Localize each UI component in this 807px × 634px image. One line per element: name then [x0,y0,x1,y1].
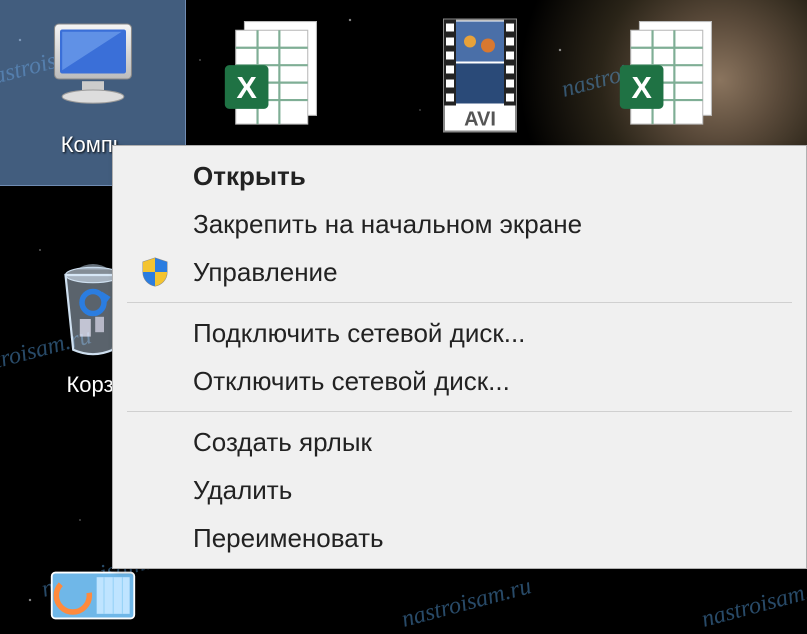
context-menu: Открыть Закрепить на начальном экране Уп… [112,145,807,569]
menu-item-label: Отключить сетевой диск... [179,366,794,397]
excel-file-icon: X [615,15,725,135]
gadget-icon [28,568,158,623]
excel-file-icon: X [220,15,330,135]
menu-item-label: Создать ярлык [179,427,794,458]
menu-separator [127,302,792,303]
menu-item-pin-to-start[interactable]: Закрепить на начальном экране [113,200,806,248]
menu-item-label: Переименовать [179,523,794,554]
menu-item-create-shortcut[interactable]: Создать ярлык [113,418,806,466]
svg-text:X: X [631,71,652,105]
avi-badge-text: AVI [464,108,496,130]
uac-shield-icon [131,256,179,288]
menu-item-manage[interactable]: Управление [113,248,806,296]
menu-item-delete[interactable]: Удалить [113,466,806,514]
svg-text:X: X [236,71,257,105]
menu-item-label: Подключить сетевой диск... [179,318,794,349]
desktop-icon-avi-file[interactable]: AVI [420,10,540,140]
menu-item-label: Удалить [179,475,794,506]
menu-item-disconnect-network-drive[interactable]: Отключить сетевой диск... [113,357,806,405]
desktop-icon-gadget[interactable] [0,560,185,627]
menu-item-open[interactable]: Открыть [113,152,806,200]
menu-item-label: Открыть [179,161,794,192]
menu-item-label: Закрепить на начальном экране [179,209,794,240]
avi-file-icon: AVI [430,13,530,138]
menu-item-rename[interactable]: Переименовать [113,514,806,562]
menu-item-map-network-drive[interactable]: Подключить сетевой диск... [113,309,806,357]
desktop-icon-excel-file[interactable]: X [215,10,335,140]
computer-icon [28,8,158,128]
desktop-icon-excel-file[interactable]: X [610,10,730,140]
menu-item-label: Управление [179,257,794,288]
menu-separator [127,411,792,412]
